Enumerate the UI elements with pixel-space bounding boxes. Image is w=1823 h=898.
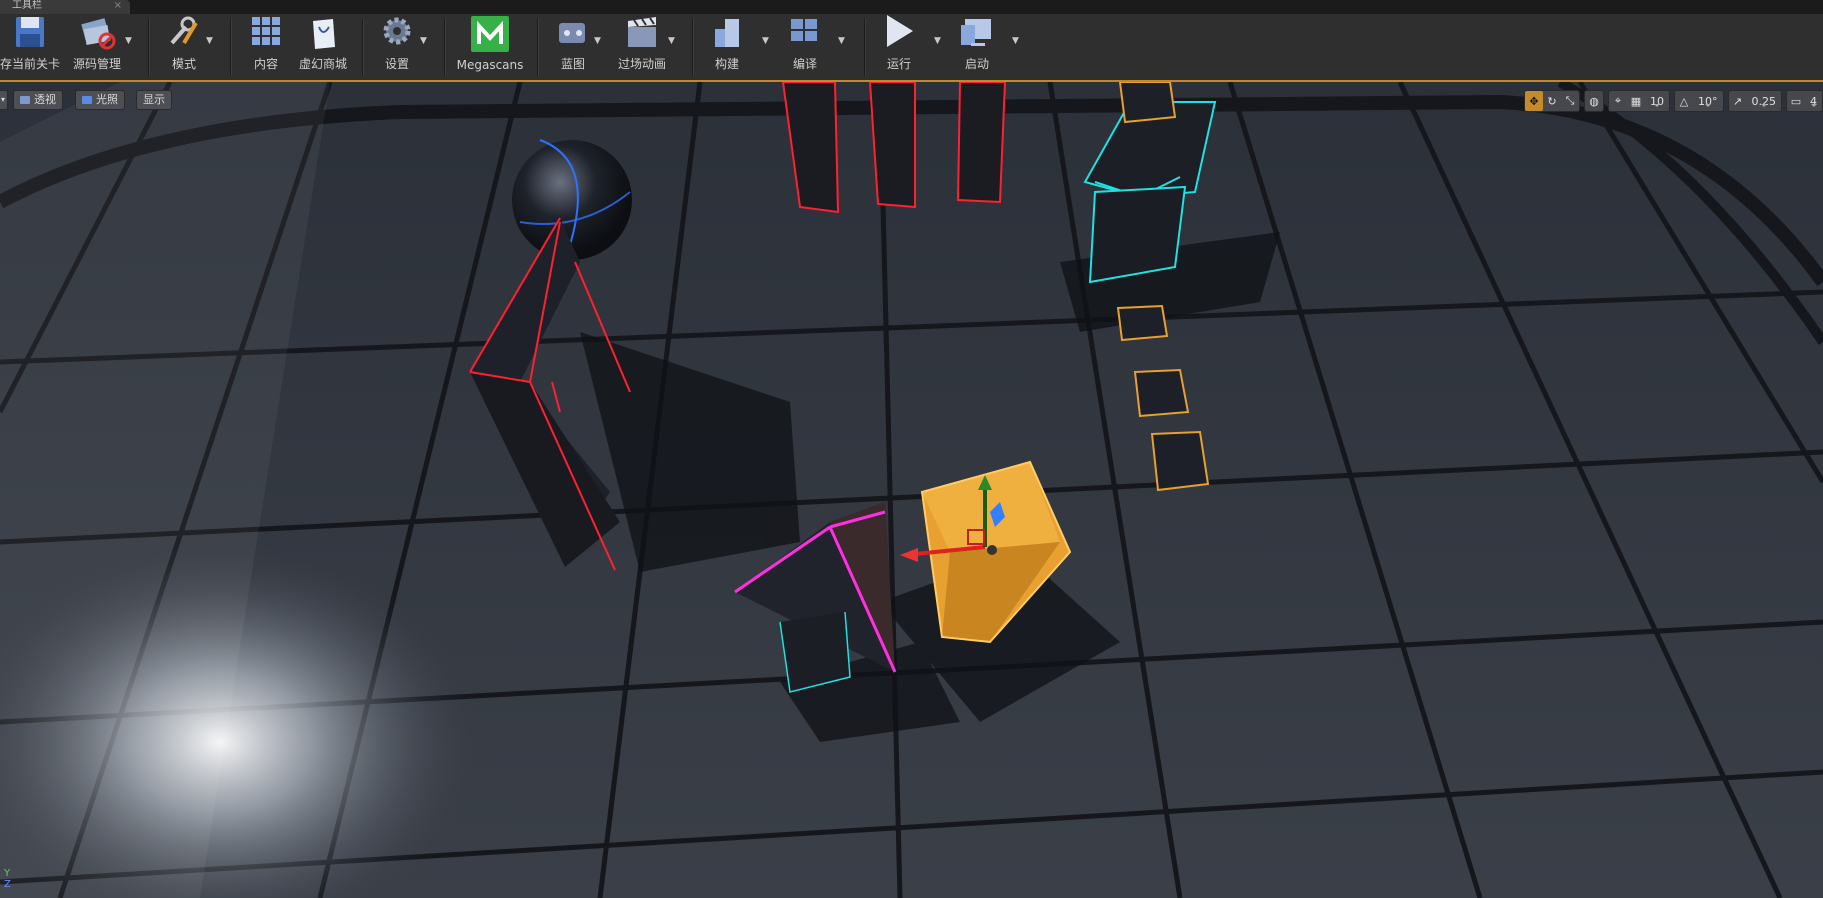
- cinematics-label: 过场动画: [617, 57, 666, 71]
- marketplace-button[interactable]: 虚幻商城: [294, 16, 352, 76]
- rotation-snap-icon[interactable]: △: [1675, 91, 1693, 111]
- play-label: 运行: [886, 57, 911, 71]
- launch-button[interactable]: 启动: [952, 16, 1002, 76]
- modes-button[interactable]: 模式: [155, 16, 213, 76]
- axis-z-label: Z: [4, 879, 11, 890]
- main-toolbar: 存当前关卡 源码管理 ▼ 模式 ▼ 内容 虚幻商城 设置 ▼ Megascans…: [0, 14, 1823, 82]
- chevron-down-icon[interactable]: ▼: [594, 36, 601, 46]
- clapperboard-icon: [622, 13, 662, 51]
- rotation-snap-group: △ 10°: [1674, 90, 1724, 112]
- viewport-snap-toolbar: ✥ ↻ ⤡ ◍ ⌖ ▦ 10 △ 10° ↗ 0.25 ▭ 4: [1524, 90, 1823, 112]
- lit-mode-button[interactable]: 光照: [75, 90, 125, 110]
- surface-snap-icon[interactable]: ⌖: [1609, 91, 1627, 111]
- camera-speed-value[interactable]: 4: [1805, 95, 1822, 108]
- perspective-button[interactable]: 透视: [13, 90, 63, 110]
- chevron-down-icon[interactable]: ▼: [934, 36, 941, 46]
- compile-label: 编译: [792, 57, 817, 71]
- divider: [444, 18, 446, 76]
- content-grid-icon: [246, 13, 286, 51]
- build-label: 构建: [714, 57, 739, 71]
- rotate-icon[interactable]: ↻: [1543, 91, 1561, 111]
- tab-toolbar[interactable]: 工具栏 ×: [0, 0, 130, 14]
- scale-icon[interactable]: ⤡: [1561, 91, 1579, 111]
- gear-icon: [377, 13, 417, 51]
- save-icon: [10, 13, 50, 51]
- grid-snap-group: ⌖ ▦ 10: [1608, 90, 1670, 112]
- world-globe-icon[interactable]: ◍: [1585, 91, 1603, 111]
- coordinate-space-group: ◍: [1584, 90, 1604, 112]
- scale-snap-group: ↗ 0.25: [1727, 90, 1782, 112]
- blueprints-button[interactable]: 蓝图: [548, 16, 598, 76]
- transform-mode-group: ✥ ↻ ⤡: [1524, 90, 1580, 112]
- level-viewport[interactable]: ▾ 透视 光照 显示 ✥ ↻ ⤡ ◍ ⌖ ▦ 10 △ 10° ↗ 0.25 ▭…: [0, 82, 1823, 898]
- build-blocks-icon: [707, 13, 747, 51]
- compile-cubes-icon: [785, 13, 825, 51]
- megascans-label: Megascans: [456, 58, 524, 72]
- marketplace-label: 虚幻商城: [298, 57, 347, 71]
- rotation-snap-value[interactable]: 10°: [1693, 95, 1723, 108]
- divider: [537, 18, 539, 76]
- compile-button[interactable]: 编译: [780, 16, 830, 76]
- launch-label: 启动: [964, 57, 989, 71]
- chevron-down-icon[interactable]: ▼: [125, 36, 132, 46]
- grid-snap-icon[interactable]: ▦: [1627, 91, 1645, 111]
- divider: [864, 18, 866, 76]
- camera-speed-group: ▭ 4: [1786, 90, 1823, 112]
- tab-title: 工具栏: [12, 0, 42, 11]
- show-label: 显示: [143, 93, 165, 106]
- content-button[interactable]: 内容: [240, 16, 292, 76]
- chevron-down-icon[interactable]: ▼: [1012, 36, 1019, 46]
- scale-snap-value[interactable]: 0.25: [1747, 95, 1782, 108]
- save-button[interactable]: 存当前关卡: [0, 16, 60, 76]
- divider: [362, 18, 364, 76]
- divider: [692, 18, 694, 76]
- lit-label: 光照: [96, 93, 118, 106]
- blueprint-icon: [553, 13, 593, 51]
- divider: [230, 18, 232, 76]
- perspective-label: 透视: [34, 93, 56, 106]
- translate-icon[interactable]: ✥: [1525, 91, 1543, 111]
- grid-snap-value[interactable]: 10: [1645, 95, 1669, 108]
- red-pillars: [781, 82, 1007, 214]
- blueprints-label: 蓝图: [560, 57, 585, 71]
- play-button[interactable]: 运行: [874, 13, 924, 76]
- scale-snap-icon[interactable]: ↗: [1729, 91, 1747, 111]
- megascans-logo-icon: [470, 16, 510, 54]
- axis-y-label: Y: [4, 868, 11, 879]
- axis-indicator: Y Z: [4, 868, 11, 890]
- modes-label: 模式: [171, 57, 196, 71]
- divider: [148, 18, 150, 76]
- chevron-down-icon[interactable]: ▼: [762, 36, 769, 46]
- wrench-icon: [164, 13, 204, 51]
- settings-button[interactable]: 设置: [372, 16, 422, 76]
- chevron-down-icon[interactable]: ▼: [838, 36, 845, 46]
- play-icon: [879, 13, 919, 51]
- cinematics-button[interactable]: 过场动画: [612, 16, 672, 76]
- launch-monitor-icon: [957, 13, 997, 51]
- chevron-down-icon[interactable]: ▼: [668, 36, 675, 46]
- chevron-down-icon[interactable]: ▼: [420, 36, 427, 46]
- content-label: 内容: [253, 57, 278, 71]
- chevron-down-icon[interactable]: ▼: [206, 36, 213, 46]
- close-icon[interactable]: ×: [114, 0, 122, 12]
- source-control-label: 源码管理: [72, 57, 121, 71]
- scene-render[interactable]: [0, 82, 1823, 898]
- build-button[interactable]: 构建: [702, 16, 752, 76]
- save-label: 存当前关卡: [0, 57, 61, 71]
- source-control-button[interactable]: 源码管理: [68, 16, 126, 76]
- chevron-down-icon: ▾: [1, 95, 6, 104]
- marketplace-bag-icon: [303, 13, 343, 51]
- show-button[interactable]: 显示: [136, 90, 172, 110]
- lit-sphere-icon: [82, 96, 92, 104]
- perspective-icon: [20, 96, 30, 104]
- viewport-options-button[interactable]: ▾: [0, 90, 8, 110]
- megascans-button[interactable]: Megascans: [454, 16, 526, 76]
- source-control-icon: [77, 13, 117, 51]
- settings-label: 设置: [384, 57, 409, 71]
- camera-icon[interactable]: ▭: [1787, 91, 1805, 111]
